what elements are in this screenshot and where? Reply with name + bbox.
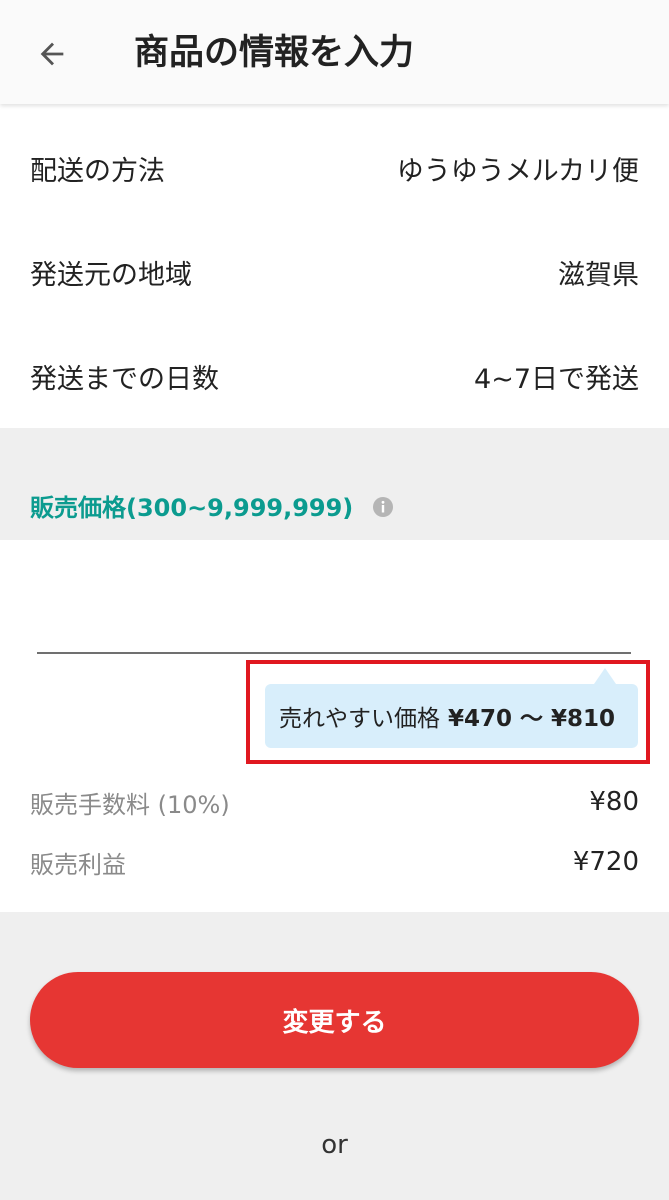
arrow-left-icon xyxy=(40,42,64,66)
shipping-days-value: 4~7日で発送 xyxy=(474,363,639,395)
price-label: 販売価格(300~9,999,999) xyxy=(30,494,354,522)
suggested-price-tooltip: 売れやすい価格 ¥470 〜 ¥810 xyxy=(265,684,638,748)
shipping-days-label: 発送までの日数 xyxy=(30,363,219,395)
info-icon[interactable] xyxy=(372,496,394,518)
back-button[interactable] xyxy=(30,32,74,76)
price-section-header xyxy=(0,428,669,540)
page-title: 商品の情報を入力 xyxy=(134,33,415,73)
shipping-method-value: ゆうゆうメルカリ便 xyxy=(396,155,639,187)
shipping-origin-row[interactable]: 発送元の地域 滋賀県 xyxy=(0,242,669,302)
fee-value: ¥80 xyxy=(589,787,639,817)
price-input[interactable] xyxy=(37,596,631,654)
tooltip-arrow xyxy=(594,668,616,684)
shipping-days-row[interactable]: 発送までの日数 4~7日で発送 xyxy=(0,346,669,406)
profit-value: ¥720 xyxy=(572,847,639,877)
shipping-method-row[interactable]: 配送の方法 ゆうゆうメルカリ便 xyxy=(0,138,669,198)
profit-row: 販売利益 ¥720 xyxy=(0,840,669,884)
fee-label: 販売手数料 (10%) xyxy=(30,790,230,819)
shipping-origin-label: 発送元の地域 xyxy=(30,259,192,291)
submit-button[interactable]: 変更する xyxy=(30,972,639,1068)
suggested-price-text: 売れやすい価格 xyxy=(279,706,440,732)
suggested-price-range: ¥470 〜 ¥810 xyxy=(448,706,616,732)
shipping-origin-value: 滋賀県 xyxy=(558,259,639,291)
shipping-method-label: 配送の方法 xyxy=(30,155,165,187)
shipping-section: 配送の方法 ゆうゆうメルカリ便 発送元の地域 滋賀県 発送までの日数 4~7日で… xyxy=(0,104,669,428)
app-header: 商品の情報を入力 xyxy=(0,0,669,104)
profit-label: 販売利益 xyxy=(30,850,126,879)
fee-row: 販売手数料 (10%) ¥80 xyxy=(0,780,669,824)
or-text: or xyxy=(321,1130,348,1160)
